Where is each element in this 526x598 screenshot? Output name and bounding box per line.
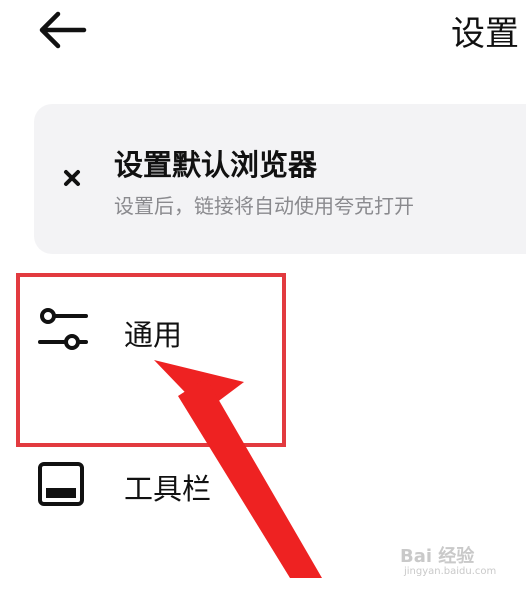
header-bar: 设置 — [0, 0, 526, 70]
menu-item-label: 通用 — [124, 318, 183, 352]
back-button[interactable] — [34, 8, 90, 52]
watermark: Bai 经验 jingyan.baidu.com — [400, 542, 510, 577]
arrow-left-icon — [39, 11, 87, 49]
watermark-logo: Bai 经验 — [400, 546, 475, 567]
banner-subtitle: 设置后，链接将自动使用夸克打开 — [114, 194, 414, 218]
sliders-icon — [38, 308, 88, 350]
page-title: 设置 — [451, 14, 519, 54]
banner-close-button[interactable] — [56, 162, 88, 194]
menu-item-label: 工具栏 — [124, 472, 212, 506]
banner-title: 设置默认浏览器 — [114, 148, 318, 182]
watermark-url: jingyan.baidu.com — [404, 566, 497, 577]
default-browser-banner[interactable]: 设置默认浏览器 设置后，链接将自动使用夸克打开 — [34, 104, 526, 254]
menu-item-toolbar[interactable]: 工具栏 — [0, 440, 526, 526]
close-icon — [64, 170, 80, 186]
menu-item-general[interactable]: 通用 — [0, 288, 526, 374]
toolbar-icon — [38, 462, 84, 506]
